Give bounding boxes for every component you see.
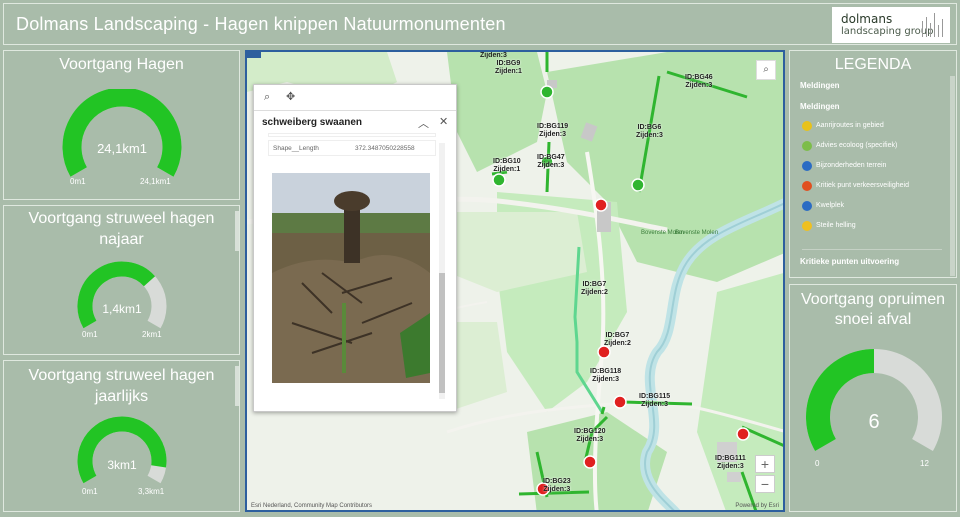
logo-line1: dolmans xyxy=(841,12,893,26)
gauge-value: 24,1km1 xyxy=(97,141,147,156)
gauge-min: 0m1 xyxy=(70,177,86,186)
legend-item-label: Advies ecoloog (specifiek) xyxy=(816,142,898,149)
map-powered-by: Powered by Esri xyxy=(735,503,779,509)
gauge-min: 0m1 xyxy=(82,487,98,496)
gauge-max: 12 xyxy=(920,459,929,468)
hedge-label: ID:BG115 Zijden:3 xyxy=(639,393,671,408)
zoom-in-button[interactable]: + xyxy=(755,455,775,473)
header-bar: Dolmans Landscaping - Hagen knippen Natu… xyxy=(3,3,957,45)
popup-title: schweiberg swaanen xyxy=(262,117,363,128)
gauge-title-line1: Voortgang struweel hagen xyxy=(28,367,215,384)
gauge-value: 6 xyxy=(868,411,880,433)
legend-item-label: Kwelplek xyxy=(816,202,845,209)
hedge-label: ID:BG46 Zijden:3 xyxy=(685,74,713,89)
legend-item-label: Kritiek punt verkeersveiligheid xyxy=(816,182,909,189)
gauge-title-line2: snoei afval xyxy=(834,311,912,328)
gauge-arc xyxy=(62,89,182,177)
gauge-jaarlijks xyxy=(77,416,167,484)
map-menu-button[interactable] xyxy=(247,52,261,58)
close-icon[interactable]: ✕ xyxy=(439,115,448,128)
gauge-title-line1: Voortgang opruimen xyxy=(800,291,946,308)
gauge-min: 0m1 xyxy=(82,330,98,339)
gauge-max: 3,3km1 xyxy=(138,487,165,496)
gauge-title: Voortgang Hagen xyxy=(59,56,184,73)
popup-toolbar: ⌕ ✥ xyxy=(254,85,456,111)
panel-scrollbar[interactable] xyxy=(235,211,239,251)
gauge-title-line1: Voortgang struweel hagen xyxy=(28,210,215,227)
popup-scrollbar[interactable] xyxy=(437,133,447,405)
logo-bars-icon xyxy=(922,13,943,37)
legend-panel: LEGENDA Meldingen Meldingen Aanrijroutes… xyxy=(789,50,957,278)
field-value: 372.3487050228558 xyxy=(355,145,415,152)
legend-section: Meldingen xyxy=(800,81,840,90)
legend-section: Kritieke punten uitvoering xyxy=(800,257,900,266)
gauge-panel-snoeiafval: Voortgang opruimen snoei afval 6 0 12 xyxy=(789,284,957,512)
pan-icon[interactable]: ✥ xyxy=(286,90,295,103)
gauge-arc xyxy=(77,261,156,329)
map-top-label: Zijden:3 xyxy=(480,52,507,59)
legend-item-label: Bijzonderheden terrein xyxy=(816,162,887,169)
place-label: Bovenste Molen xyxy=(675,230,719,236)
hedge-label: ID:BG7 Zijden:2 xyxy=(581,281,608,296)
field-name: Shape__Length xyxy=(273,145,319,152)
dashboard-title: Dolmans Landscaping - Hagen knippen Natu… xyxy=(16,14,506,34)
legend-symbol-icon xyxy=(802,201,812,211)
gauge-max: 24,1km1 xyxy=(140,177,171,186)
gauge-title-line2: jaarlijks xyxy=(94,388,149,405)
gauge-min: 0 xyxy=(815,459,820,468)
gauge-najaar xyxy=(77,261,167,329)
hedge-label: ID:BG118 Zijden:3 xyxy=(590,368,622,383)
legend-item-label: Steile helling xyxy=(816,222,856,229)
hedge-label: ID:BG7 Zijden:2 xyxy=(604,332,631,347)
hedge-photo xyxy=(272,173,430,383)
hedge-label: ID:BG47 Zijden:3 xyxy=(537,154,565,169)
company-logo: dolmans landscaping group xyxy=(832,7,950,43)
gauge-max: 2km1 xyxy=(142,330,162,339)
hedge-label: ID:BG6 Zijden:3 xyxy=(636,124,663,139)
hedge-label: ID:BG10 Zijden:1 xyxy=(493,158,521,173)
legend-symbol-icon xyxy=(802,161,812,171)
gauge-value: 1,4km1 xyxy=(102,302,142,316)
hedge-label: ID:BG23 Zijden:3 xyxy=(543,478,571,493)
map-search-icon[interactable]: ⌕ xyxy=(756,60,776,80)
legend-divider xyxy=(802,249,942,250)
collapse-icon[interactable]: ︿ xyxy=(418,115,429,131)
gauge-value: 3km1 xyxy=(107,458,137,472)
legend-symbol-icon xyxy=(802,221,812,231)
popup-divider xyxy=(268,133,436,137)
gauge-hagen xyxy=(62,89,182,177)
panel-scrollbar[interactable] xyxy=(235,366,239,406)
zoom-out-button[interactable]: − xyxy=(755,475,775,493)
legend-symbol-icon xyxy=(802,181,812,191)
legend-item-label: Aanrijroutes in gebied xyxy=(816,122,884,129)
map-attribution: Esri Nederland, Community Map Contributo… xyxy=(251,503,373,509)
gauge-panel-hagen: Voortgang Hagen 24,1km1 0m1 24,1km1 xyxy=(3,50,240,200)
hedge-label: ID:BG119 Zijden:3 xyxy=(537,123,569,138)
legend-section: Meldingen xyxy=(800,102,840,111)
hedge-label: ID:BG111 Zijden:3 xyxy=(715,455,746,470)
gauge-panel-jaarlijks: Voortgang struweel hagen jaarlijks 3km1 … xyxy=(3,360,240,512)
legend-title: LEGENDA xyxy=(834,56,912,73)
hedge-label: ID:BG120 Zijden:3 xyxy=(574,428,606,443)
zoom-to-icon[interactable]: ⌕ xyxy=(264,91,270,104)
legend-symbol-icon xyxy=(802,121,812,131)
gauge-panel-najaar: Voortgang struweel hagen najaar 1,4km1 0… xyxy=(3,205,240,355)
feature-popup[interactable]: ⌕ ✥ schweiberg swaanen ︿ ✕ Shape__Length… xyxy=(253,84,457,412)
legend-scrollbar[interactable] xyxy=(950,76,955,276)
gauge-snoeiafval xyxy=(806,349,942,451)
hedge-label: ID:BG9 Zijden:1 xyxy=(495,60,522,75)
legend-symbol-icon xyxy=(802,141,812,151)
gauge-title-line2: najaar xyxy=(99,231,144,248)
attribute-row: Shape__Length 372.3487050228558 xyxy=(268,140,436,156)
